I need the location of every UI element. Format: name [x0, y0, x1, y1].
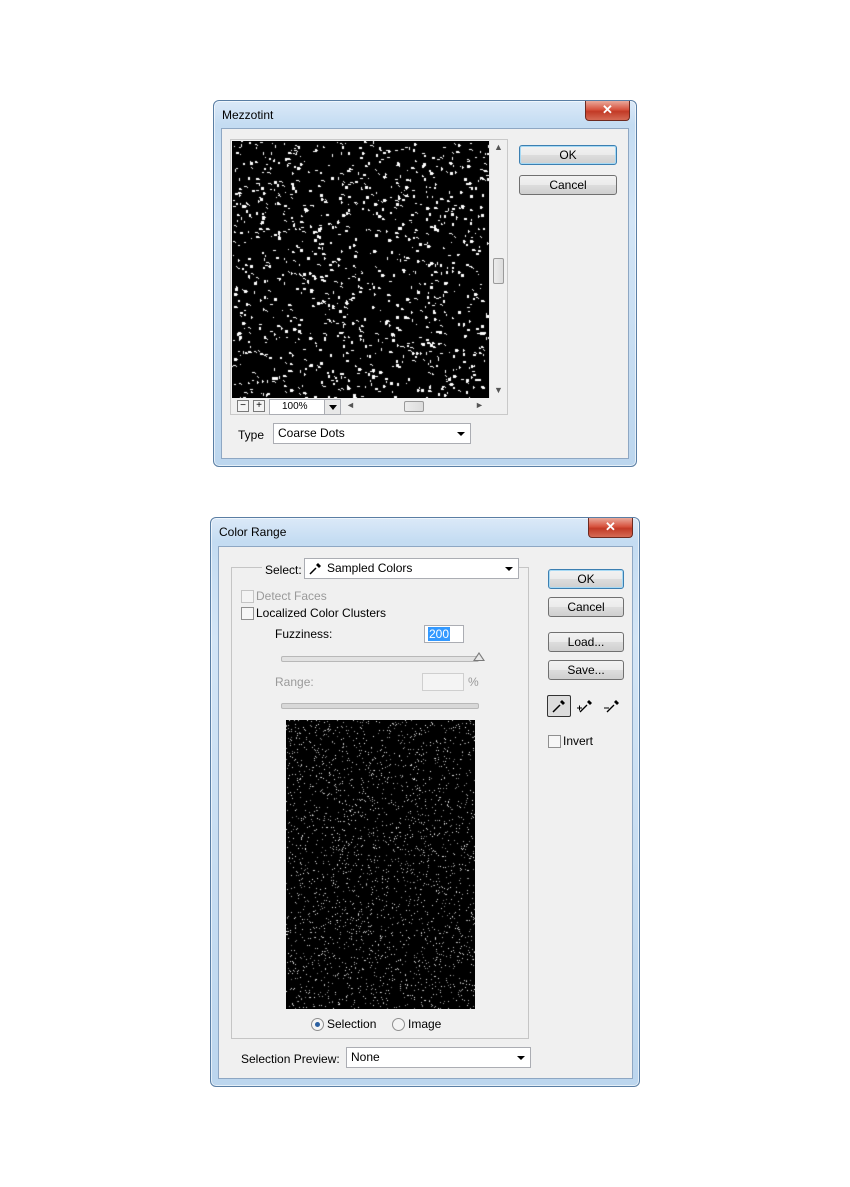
range-input[interactable] [422, 673, 464, 691]
mezzotint-preview-bottombar: − + 100% ◄ ► [231, 398, 506, 415]
type-select[interactable]: Coarse Dots [273, 423, 471, 444]
mezzotint-preview-frame: ▲ ▼ − + 100% ◄ ► [230, 139, 508, 415]
detect-faces-label: Detect Faces [256, 589, 327, 603]
mezzotint-preview-image[interactable] [232, 141, 489, 398]
mezzotint-vscroll-thumb[interactable] [493, 258, 504, 284]
image-radio[interactable] [392, 1018, 405, 1031]
fuzziness-value: 200 [428, 627, 451, 641]
eyedropper-plus-tool-button[interactable] [574, 695, 598, 717]
eyedropper-plus-icon [577, 700, 592, 713]
selection-preview-label: Selection Preview: [241, 1052, 340, 1066]
mezzotint-client-area: ▲ ▼ − + 100% ◄ ► OK Cancel Type Coarse D… [221, 128, 629, 459]
save-button[interactable]: Save... [548, 660, 624, 680]
select-dropdown-value: Sampled Colors [327, 561, 413, 575]
scroll-right-arrow-icon[interactable]: ► [475, 400, 484, 410]
mezzotint-preview-vscrollbar[interactable]: ▲ ▼ [489, 140, 507, 398]
color-range-dialog: Color Range ✕ Select: Sampled Colors Det… [210, 517, 640, 1087]
close-icon: ✕ [605, 519, 616, 534]
type-select-value: Coarse Dots [278, 426, 345, 440]
dropdown-arrow-icon [329, 405, 337, 410]
mezzotint-cancel-button[interactable]: Cancel [519, 175, 617, 195]
select-label: Select: [262, 563, 305, 577]
mezzotint-close-button[interactable]: ✕ [585, 101, 630, 121]
eyedropper-tool-button[interactable] [547, 695, 571, 717]
invert-checkbox[interactable] [548, 735, 561, 748]
eyedropper-icon [309, 563, 321, 575]
selection-radio-label: Selection [327, 1017, 377, 1031]
fuzziness-slider-track[interactable] [281, 656, 479, 662]
dropdown-arrow-icon [457, 432, 465, 436]
fuzziness-input[interactable]: 200 [424, 625, 464, 643]
zoom-level-field[interactable]: 100% [269, 399, 341, 415]
color-range-title: Color Range [219, 525, 287, 539]
selection-preview-select[interactable]: None [346, 1047, 531, 1068]
localized-color-clusters-label: Localized Color Clusters [256, 606, 387, 620]
selection-radio-dot [315, 1022, 320, 1027]
zoom-dropdown-button[interactable] [324, 400, 340, 414]
color-range-cancel-button[interactable]: Cancel [548, 597, 624, 617]
selection-radio[interactable] [311, 1018, 324, 1031]
zoom-out-button[interactable]: − [237, 400, 249, 412]
selection-preview-value: None [351, 1050, 380, 1064]
color-range-close-button[interactable]: ✕ [588, 518, 633, 538]
zoom-in-button[interactable]: + [253, 400, 265, 412]
select-dropdown[interactable]: Sampled Colors [304, 558, 519, 579]
zoom-level-value: 100% [282, 401, 308, 412]
close-icon: ✕ [602, 102, 613, 117]
range-slider-track[interactable] [281, 703, 479, 709]
dropdown-arrow-icon [505, 567, 513, 571]
invert-label: Invert [563, 734, 594, 748]
color-range-preview-image[interactable] [286, 720, 475, 1009]
scroll-down-arrow-icon[interactable]: ▼ [494, 385, 503, 395]
mezzotint-hscroll-thumb[interactable] [404, 401, 424, 412]
type-label: Type [238, 428, 265, 442]
image-radio-label: Image [408, 1017, 442, 1031]
eyedropper-minus-tool-button[interactable] [601, 695, 625, 717]
color-range-ok-button[interactable]: OK [548, 569, 624, 589]
range-label: Range: [275, 675, 314, 689]
scroll-left-arrow-icon[interactable]: ◄ [346, 400, 355, 410]
fuzziness-label: Fuzziness: [275, 627, 333, 641]
dropdown-arrow-icon [517, 1056, 525, 1060]
range-unit: % [468, 675, 479, 689]
color-range-client-area: Select: Sampled Colors Detect Faces Loca… [218, 546, 633, 1079]
mezzotint-titlebar[interactable]: Mezzotint ✕ [214, 101, 636, 129]
mezzotint-dialog: Mezzotint ✕ ▲ ▼ − + 100% ◄ ► OK Cancel T… [213, 100, 637, 467]
localized-color-clusters-checkbox[interactable] [241, 607, 254, 620]
color-range-titlebar[interactable]: Color Range ✕ [211, 518, 639, 546]
load-button[interactable]: Load... [548, 632, 624, 652]
eyedropper-icon [552, 700, 565, 713]
mezzotint-title: Mezzotint [222, 108, 274, 122]
fuzziness-slider-thumb[interactable] [473, 652, 485, 661]
detect-faces-checkbox[interactable] [241, 590, 254, 603]
eyedropper-minus-icon [604, 700, 619, 713]
scroll-up-arrow-icon[interactable]: ▲ [494, 142, 503, 152]
mezzotint-ok-button[interactable]: OK [519, 145, 617, 165]
